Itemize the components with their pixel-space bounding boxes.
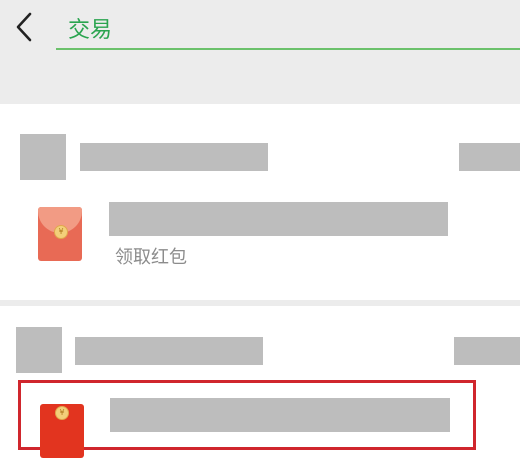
time-placeholder	[454, 337, 520, 365]
red-packet-label: 领取红包	[115, 247, 187, 268]
message-placeholder	[109, 202, 448, 236]
name-placeholder	[75, 337, 263, 365]
time-placeholder	[459, 143, 520, 171]
red-packet-icon[interactable]: ¥	[38, 207, 82, 261]
top-bar	[0, 0, 520, 104]
avatar-placeholder	[16, 327, 62, 373]
search-input[interactable]	[68, 14, 498, 42]
coin-icon: ¥	[55, 406, 69, 420]
search-box[interactable]	[56, 6, 520, 50]
chevron-left-icon	[16, 12, 32, 42]
coin-icon: ¥	[54, 225, 68, 239]
red-packet-icon[interactable]: ¥	[40, 404, 84, 458]
message-placeholder	[110, 398, 450, 432]
back-button[interactable]	[10, 8, 40, 46]
name-placeholder	[80, 143, 268, 171]
avatar-placeholder	[20, 134, 66, 180]
